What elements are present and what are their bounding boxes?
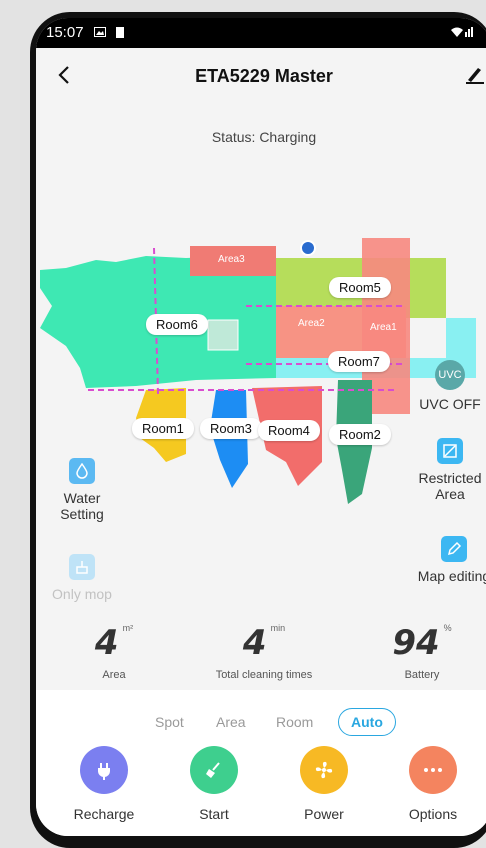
room4-label[interactable]: Room4: [258, 420, 320, 441]
area-label: Area: [102, 669, 126, 681]
water-setting-label: Water Setting: [60, 490, 104, 522]
page-title: ETA5229 Master: [195, 66, 333, 86]
room2-label[interactable]: Room2: [329, 424, 391, 445]
stat-area: 4 m² Area: [44, 623, 184, 681]
restricted-area-icon: [437, 438, 463, 464]
mode-room[interactable]: Room: [276, 714, 313, 730]
app-screen: 15:07 ETA5229 Master Status: Charging Ar…: [36, 18, 486, 836]
battery-label: Battery: [404, 669, 440, 681]
control-panel: Spot Area Room Auto Recharge Start Power: [36, 690, 486, 836]
battery-value: 94: [392, 623, 440, 663]
wifi-signal-icon: [451, 27, 473, 37]
start-button[interactable]: Start: [169, 746, 259, 822]
room7-label[interactable]: Room7: [328, 351, 390, 372]
area-value: 4: [94, 623, 119, 663]
battery-unit: %: [443, 623, 452, 633]
recharge-button[interactable]: Recharge: [59, 746, 149, 822]
area1-label: Area1: [370, 322, 397, 333]
uvc-icon: UVC: [435, 360, 465, 390]
restricted-area-label: Restricted Area: [418, 470, 482, 502]
area-unit: m²: [122, 623, 134, 633]
options-label: Options: [408, 806, 458, 822]
map-editing-label: Map editing: [417, 568, 486, 584]
device-status: Status: Charging: [211, 129, 317, 145]
room6-label[interactable]: Room6: [146, 314, 208, 335]
only-mop-button[interactable]: Only mop: [40, 554, 124, 602]
cleaning-time-value: 4: [242, 623, 267, 663]
power-label: Power: [304, 806, 344, 822]
status-time: 15:07: [46, 24, 84, 41]
cleaning-time-unit: min: [270, 623, 286, 633]
recharge-label: Recharge: [73, 806, 135, 822]
robot-marker: [300, 240, 316, 256]
image-notification-icon: [94, 27, 106, 37]
uvc-status-label: UVC OFF: [419, 396, 481, 412]
map-edit-icon: [441, 536, 467, 562]
start-label: Start: [199, 806, 229, 822]
uvc-toggle-button[interactable]: UVC UVC OFF: [408, 360, 486, 412]
mode-area[interactable]: Area: [216, 714, 246, 730]
plug-icon: [80, 746, 128, 794]
room5-label[interactable]: Room5: [329, 277, 391, 298]
stat-cleaning-time: 4 min Total cleaning times: [194, 623, 334, 681]
fan-icon: [300, 746, 348, 794]
water-setting-button[interactable]: Water Setting: [48, 458, 116, 522]
area3-label: Area3: [218, 254, 245, 265]
battery-notification-icon: [116, 27, 124, 38]
more-dots-icon: [409, 746, 457, 794]
status-bar: 15:07: [36, 18, 486, 48]
room3-region: [210, 390, 248, 488]
mode-spot[interactable]: Spot: [155, 714, 184, 730]
mop-icon: [69, 554, 95, 580]
mode-auto[interactable]: Auto: [338, 708, 396, 736]
options-button[interactable]: Options: [388, 746, 478, 822]
broom-icon: [190, 746, 238, 794]
map-editing-button[interactable]: Map editing: [416, 536, 486, 584]
dock-marker: [207, 319, 239, 351]
restricted-area-button[interactable]: Restricted Area: [408, 438, 486, 502]
stat-battery: 94% Battery: [352, 623, 486, 681]
only-mop-label: Only mop: [52, 586, 112, 602]
water-drop-icon: [69, 458, 95, 484]
room3-label[interactable]: Room3: [200, 418, 262, 439]
area2-label: Area2: [298, 318, 325, 329]
power-button[interactable]: Power: [279, 746, 369, 822]
cleaning-time-label: Total cleaning times: [215, 669, 313, 681]
room1-label[interactable]: Room1: [132, 418, 194, 439]
header: ETA5229 Master: [36, 48, 486, 106]
edit-pencil-icon[interactable]: [464, 64, 484, 84]
